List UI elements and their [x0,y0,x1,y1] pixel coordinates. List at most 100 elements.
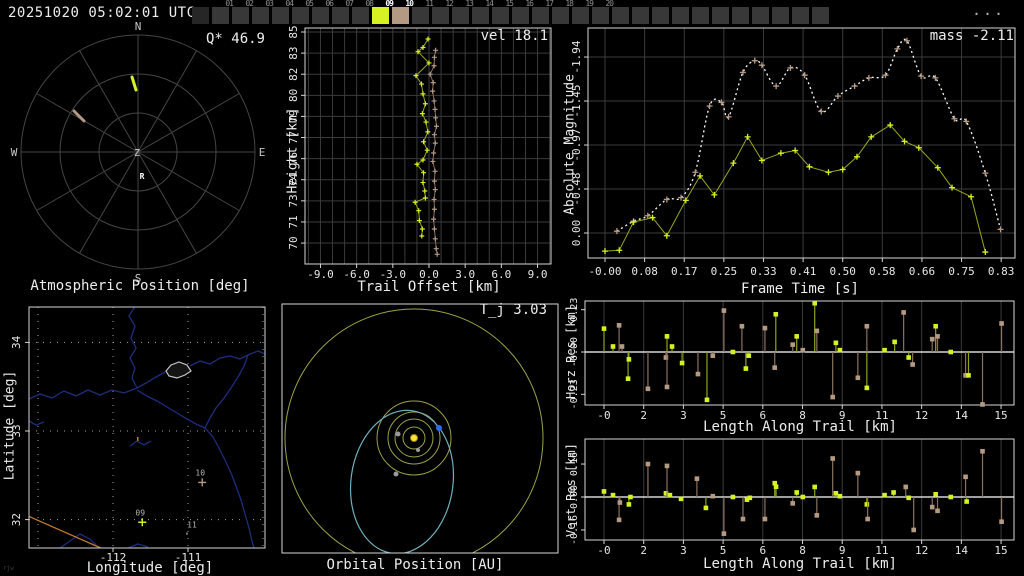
frame-thumbnail[interactable] [652,7,669,24]
frame-cell-blank[interactable] [812,0,829,25]
frame-cell-blank[interactable] [692,0,709,25]
frame-cell-blank[interactable] [792,0,809,25]
residual-point [903,484,909,490]
frame-cell-15[interactable]: 15 [492,0,514,25]
frame-cell-blank[interactable] [612,0,629,25]
frame-cell-blank[interactable] [672,0,689,25]
frame-thumbnail[interactable] [572,7,589,24]
residual-point [906,355,911,360]
frame-cell-10[interactable]: 10 [392,0,414,25]
frame-thumbnail[interactable] [772,7,789,24]
frame-thumbnail[interactable] [432,7,449,24]
frame-thumbnail[interactable] [632,7,649,24]
river-line [29,420,45,426]
length-along-trail-axis-label-bottom: Length Along Trail [km] [703,556,897,572]
length-along-trail-axis-label-top: Length Along Trail [km] [703,419,897,435]
residual-point [830,394,836,400]
frame-thumbnail[interactable] [192,7,209,24]
frame-thumbnail[interactable] [312,7,329,24]
frame-cell-blank[interactable] [732,0,749,25]
frame-cell-blank[interactable] [652,0,669,25]
frame-thumbnail[interactable] [592,7,609,24]
frame-thumbnail[interactable] [372,7,389,24]
frame-cell-13[interactable]: 13 [452,0,474,25]
river-line [136,389,206,429]
frame-thumbnail[interactable] [732,7,749,24]
svg-text:0.08: 0.08 [631,265,658,278]
frame-thumbnail[interactable] [612,7,629,24]
svg-text:-0: -0 [597,409,610,422]
height-axis-label: Height [km] [285,107,301,194]
frame-cell-05[interactable]: 05 [292,0,314,25]
frame-thumbnail[interactable] [472,7,489,24]
velocity-badge: vel 18.1 [480,28,548,44]
svg-text:3: 3 [680,544,687,557]
frame-thumbnail[interactable] [272,7,289,24]
residual-point [814,328,820,334]
residual-point [911,527,916,533]
utc-timestamp: 20251020 05:02:01 UTC [8,5,196,21]
frame-thumbnail[interactable] [252,7,269,24]
frame-thumbnail[interactable] [672,7,689,24]
frame-thumbnail[interactable] [292,7,309,24]
residual-point [864,323,870,329]
residual-point [800,494,806,500]
frame-thumbnail[interactable] [212,7,229,24]
frame-cell-blank[interactable] [192,0,209,25]
frame-thumbnail[interactable] [552,7,569,24]
residual-point [746,353,752,358]
residual-point [610,492,616,498]
residual-point [739,323,745,329]
svg-text:0.50: 0.50 [829,265,856,278]
frame-cell-08[interactable]: 08 [352,0,374,25]
frame-cell-03[interactable]: 03 [252,0,274,25]
frame-cell-19[interactable]: 19 [572,0,594,25]
frame-thumbnail[interactable] [352,7,369,24]
svg-text:85: 85 [287,25,300,38]
frame-thumbnail[interactable] [512,7,529,24]
frame-cell-blank[interactable] [632,0,649,25]
frame-cell-17[interactable]: 17 [532,0,554,25]
residual-point [694,476,700,481]
frame-cell-01[interactable]: 01 [212,0,234,25]
frame-thumbnail[interactable] [532,7,549,24]
frame-thumbnail[interactable] [332,7,349,24]
frame-cell-04[interactable]: 04 [272,0,294,25]
svg-text:0.41: 0.41 [790,265,817,278]
frame-cell-11[interactable]: 11 [412,0,434,25]
planet-earth [436,425,442,431]
frame-cell-06[interactable]: 06 [312,0,334,25]
frame-thumbnail[interactable] [692,7,709,24]
svg-text:32: 32 [10,513,23,526]
frame-thumbnail[interactable] [492,7,509,24]
frame-thumbnail[interactable] [392,7,409,24]
frame-cell-16[interactable]: 16 [512,0,534,25]
frame-thumbnail[interactable] [752,7,769,24]
frame-cell-blank[interactable] [752,0,769,25]
frame-cell-02[interactable]: 02 [232,0,254,25]
frame-cell-07[interactable]: 07 [332,0,354,25]
frame-thumbnail[interactable] [712,7,729,24]
svg-text:11: 11 [187,521,197,530]
frame-cell-14[interactable]: 14 [472,0,494,25]
frame-cell-blank[interactable] [712,0,729,25]
smoothed-lightcurve [613,37,1004,235]
frame-thumbnail[interactable] [452,7,469,24]
frame-thumbnail[interactable] [232,7,249,24]
overflow-menu[interactable]: ... [972,1,1016,19]
trail-offset-axis-label: Trail Offset [km] [357,279,501,295]
residual-point [678,496,684,502]
frame-thumbnail[interactable] [812,7,829,24]
frame-cell-blank[interactable] [772,0,789,25]
svg-text:0.17: 0.17 [671,265,698,278]
frame-cell-20[interactable]: 20 [592,0,614,25]
planet-mars [393,471,399,477]
svg-text:-0.00: -0.00 [588,265,621,278]
frame-thumbnail[interactable] [412,7,429,24]
frame-thumbnail[interactable] [792,7,809,24]
residual-point [800,347,806,353]
residual-point [664,463,670,469]
frame-cell-12[interactable]: 12 [432,0,454,25]
frame-cell-09[interactable]: 09 [372,0,394,25]
frame-cell-18[interactable]: 18 [552,0,574,25]
